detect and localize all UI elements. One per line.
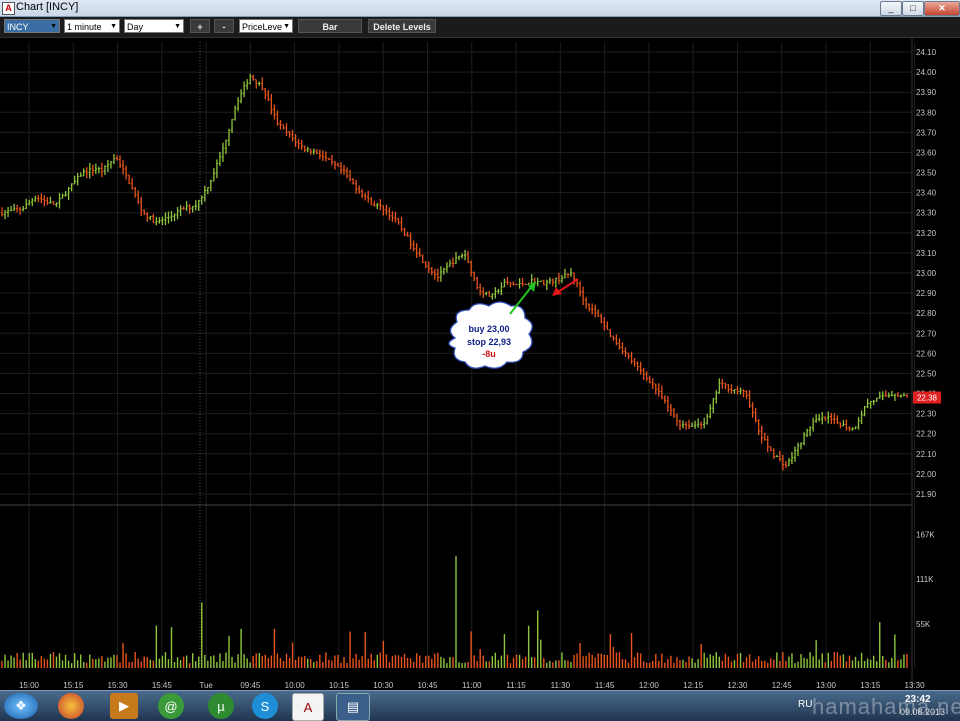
chart-area[interactable]: 24.10 24.00 23.90 23.80 23.70 23.60 23.50 23.40… — [0, 38, 960, 690]
time-tick-label: 12:30 — [727, 681, 748, 690]
volume-tick-label: 111K — [916, 575, 934, 584]
price-tick-label: 24.00 — [916, 68, 937, 77]
window-title: Chart [INCY] — [16, 1, 79, 13]
zoom-in-button[interactable]: + — [190, 19, 210, 33]
time-tick-label: 13:15 — [860, 681, 881, 690]
chevron-down-icon: ▼ — [174, 23, 181, 30]
time-tick-label: 13:00 — [816, 681, 837, 690]
time-tick-label: 11:30 — [551, 681, 571, 690]
price-volume-chart[interactable]: 24.10 24.00 23.90 23.80 23.70 23.60 23.50 23.40… — [0, 38, 960, 690]
time-tick-label: 10:00 — [285, 681, 306, 690]
start-button[interactable]: ❖ — [4, 693, 38, 719]
chart-type-button[interactable]: Bar — [298, 19, 362, 33]
time-tick-label: 15:00 — [19, 681, 40, 690]
mail-agent-icon[interactable]: @ — [158, 693, 184, 719]
time-tick-label: 15:30 — [108, 681, 129, 690]
price-tick-label: 23.70 — [916, 128, 937, 137]
time-tick-label: 11:45 — [595, 681, 615, 690]
app-icon: A — [2, 2, 15, 15]
annotation-buy-text: buy 23,00 — [468, 324, 509, 334]
maximize-button[interactable]: □ — [902, 1, 924, 16]
close-button[interactable]: ✕ — [924, 1, 960, 16]
symbol-select[interactable]: INCY ▼ — [4, 19, 60, 33]
period-select[interactable]: Day ▼ — [124, 19, 184, 33]
time-tick-label: 09:45 — [240, 681, 261, 690]
chevron-down-icon: ▼ — [50, 23, 57, 30]
price-tick-label: 22.60 — [916, 349, 937, 358]
price-tick-label: 22.70 — [916, 329, 937, 338]
symbol-value: INCY — [7, 22, 29, 32]
media-player-icon[interactable]: ▶ — [110, 693, 138, 719]
chart-toolbar: INCY ▼ 1 minute ▼ Day ▼ + - PriceLeve ▼ … — [0, 17, 960, 38]
interval-select[interactable]: 1 minute ▼ — [64, 19, 120, 33]
time-tick-label: 15:45 — [152, 681, 173, 690]
time-tick-label: 15:15 — [63, 681, 84, 690]
price-tick-label: 22.20 — [916, 430, 937, 439]
price-tick-label: 23.50 — [916, 169, 937, 178]
time-tick-label: 12:15 — [683, 681, 704, 690]
time-tick-label: 13:30 — [905, 681, 926, 690]
study-value: PriceLeve — [242, 22, 283, 32]
chrome-icon[interactable] — [58, 693, 84, 719]
delete-levels-button[interactable]: Delete Levels — [368, 19, 436, 33]
study-select[interactable]: PriceLeve ▼ — [239, 19, 293, 33]
time-tick-label: 10:30 — [373, 681, 394, 690]
price-tick-label: 22.00 — [916, 470, 937, 479]
price-tick-label: 23.20 — [916, 229, 937, 238]
price-tick-label: 22.80 — [916, 309, 937, 318]
chevron-down-icon: ▼ — [283, 23, 290, 30]
time-tick-label: 10:45 — [417, 681, 438, 690]
book-icon[interactable]: ▤ — [336, 693, 370, 721]
price-tick-label: 22.30 — [916, 410, 937, 419]
skype-icon[interactable]: S — [252, 693, 278, 719]
price-tick-label: 21.90 — [916, 490, 937, 499]
zoom-out-button[interactable]: - — [214, 19, 234, 33]
price-tick-label: 22.90 — [916, 289, 937, 298]
price-tick-label: 23.90 — [916, 88, 937, 97]
trading-app-icon[interactable]: A — [292, 693, 324, 721]
time-tick-label: Tue — [199, 681, 213, 690]
period-value: Day — [127, 22, 144, 32]
annotation-result-text: -8u — [482, 349, 496, 359]
watermark: hamahama.net — [812, 694, 960, 719]
time-tick-label: 11:00 — [462, 681, 482, 690]
price-tick-label: 23.60 — [916, 148, 937, 157]
annotation-stop-text: stop 22,93 — [467, 337, 511, 347]
price-tick-label: 22.10 — [916, 450, 937, 459]
price-tick-label: 23.00 — [916, 269, 937, 278]
price-tick-label: 24.10 — [916, 48, 937, 57]
price-tick-label: 22.50 — [916, 369, 937, 378]
chevron-down-icon: ▼ — [110, 23, 117, 30]
time-tick-label: 11:15 — [506, 681, 526, 690]
minimize-button[interactable]: _ — [880, 1, 902, 16]
current-price-label: 22.38 — [917, 394, 938, 403]
volume-tick-label: 55K — [916, 620, 931, 629]
interval-value: 1 minute — [67, 22, 102, 32]
window-titlebar: A Chart [INCY] _ □ ✕ — [0, 0, 960, 17]
time-tick-label: 12:00 — [639, 681, 660, 690]
price-tick-label: 23.30 — [916, 209, 937, 218]
time-tick-label: 12:45 — [772, 681, 793, 690]
time-tick-label: 10:15 — [329, 681, 350, 690]
language-indicator[interactable]: RU — [798, 699, 812, 710]
volume-tick-label: 167K — [916, 530, 935, 539]
utorrent-icon[interactable]: µ — [208, 693, 234, 719]
price-tick-label: 23.80 — [916, 108, 937, 117]
price-tick-label: 23.10 — [916, 249, 937, 258]
price-tick-label: 23.40 — [916, 189, 937, 198]
